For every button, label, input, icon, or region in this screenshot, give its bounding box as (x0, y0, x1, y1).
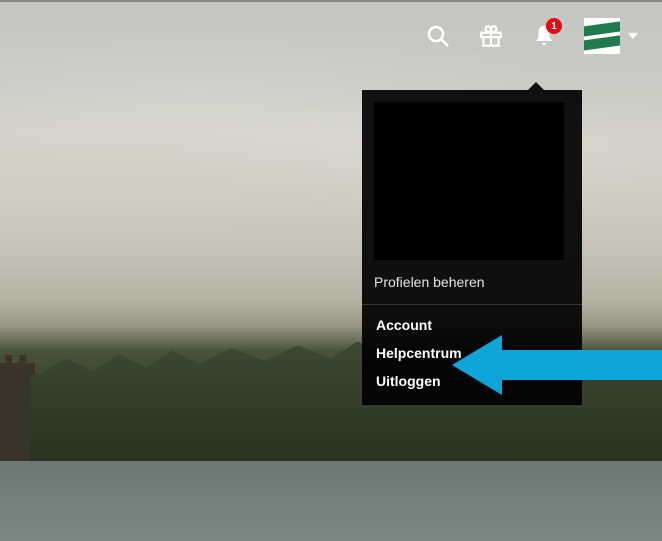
gift-icon (478, 23, 504, 49)
ground (0, 461, 662, 541)
search-button[interactable] (426, 24, 450, 48)
gift-button[interactable] (478, 23, 504, 49)
notification-badge: 1 (546, 18, 562, 34)
avatar (584, 18, 620, 54)
dropdown-arrow-icon (528, 82, 544, 90)
chevron-down-icon (628, 33, 638, 39)
profiles-area (362, 90, 582, 260)
profile-menu-trigger[interactable] (584, 18, 638, 54)
profile-grid[interactable] (374, 102, 564, 260)
manage-profiles-link[interactable]: Profielen beheren (362, 260, 582, 304)
notifications-button[interactable]: 1 (532, 24, 556, 48)
topbar: 1 (426, 0, 662, 68)
search-icon (426, 24, 450, 48)
annotation-arrow-icon (452, 335, 662, 395)
menu-item-account[interactable]: Account (376, 317, 568, 333)
